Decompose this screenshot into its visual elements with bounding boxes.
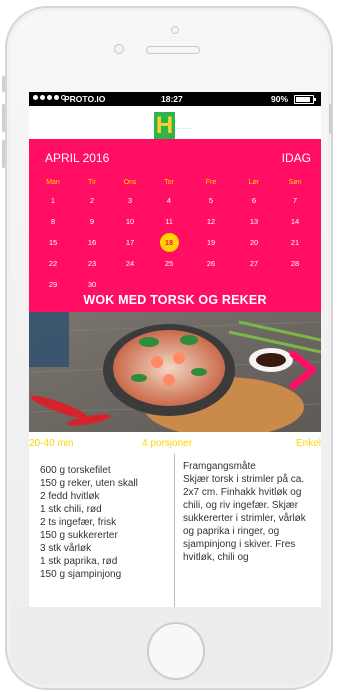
app-header: H — — — [29, 106, 321, 139]
calendar-day[interactable]: 8 [33, 217, 73, 226]
weekday-label: Man [46, 179, 60, 186]
chevron-right-icon[interactable] [287, 350, 321, 390]
difficulty: Enkel [295, 438, 321, 449]
portions: 4 porsjoner [142, 438, 193, 449]
calendar-day[interactable]: 30 [72, 280, 112, 289]
weekday-label: Tor [164, 179, 174, 186]
calendar-day[interactable]: 9 [72, 217, 112, 226]
column-divider [174, 454, 175, 607]
recipe-photo [29, 312, 321, 432]
calendar-day[interactable]: 27 [234, 259, 274, 268]
calendar-day[interactable]: 29 [33, 280, 73, 289]
calendar-day[interactable]: 22 [33, 259, 73, 268]
home-button[interactable] [147, 622, 205, 680]
method-text: Skjær torsk i strimler på ca. 2x7 cm. Fi… [183, 474, 306, 563]
calendar-day[interactable]: 13 [234, 217, 274, 226]
method-heading: Framgangsmåte [183, 461, 256, 472]
calendar-day[interactable]: 2 [72, 196, 112, 205]
calendar-day[interactable]: 21 [275, 238, 315, 247]
calendar-day[interactable]: 7 [275, 196, 315, 205]
volume-up-button [2, 104, 5, 132]
signal-icon [33, 95, 66, 100]
ingredient-item: 2 fedd hvitløk [40, 491, 100, 502]
volume-down-button [2, 140, 5, 168]
weekday-label: Søn [288, 179, 302, 186]
calendar-day[interactable]: 14 [275, 217, 315, 226]
battery-icon [294, 95, 316, 104]
cooking-time: 20-40 min [29, 438, 74, 449]
ingredient-item: 1 stk chili, rød [40, 504, 102, 515]
front-camera [171, 26, 179, 34]
ingredient-item: 150 g sjampinjong [40, 569, 122, 580]
calendar-day[interactable]: 3 [110, 196, 150, 205]
calendar-month: APRIL 2016 [45, 151, 110, 165]
calendar-day[interactable]: 6 [234, 196, 274, 205]
calendar-day[interactable]: 5 [191, 196, 231, 205]
logo-tagline: — — — [177, 125, 192, 130]
weekday-label: Tir [88, 179, 96, 186]
recipe-meta: 20-40 min 4 porsjoner Enkel [29, 436, 321, 450]
ingredient-item: 2 ts ingefær, frisk [40, 517, 117, 528]
app-screen: PROTO.IO 18:27 90% H — — — APRIL 2016 ID… [29, 92, 321, 607]
ingredient-item: 1 stk paprika, rød [40, 556, 118, 567]
calendar-day[interactable]: 16 [72, 238, 112, 247]
status-bar: PROTO.IO 18:27 90% [29, 92, 321, 106]
calendar-day[interactable]: 10 [110, 217, 150, 226]
weekday-label: Fre [205, 179, 217, 186]
carrier-label: PROTO.IO [64, 94, 106, 104]
calendar-day[interactable]: 15 [33, 238, 73, 247]
calendar-day[interactable]: 17 [110, 238, 150, 247]
calendar-day[interactable]: 20 [234, 238, 274, 247]
calendar-day[interactable]: 4 [149, 196, 189, 205]
ingredient-item: 150 g reker, uten skall [40, 478, 138, 489]
ingredient-item: 600 g torskefilet [40, 465, 111, 476]
weekday-label: Ons [123, 179, 137, 186]
today-button[interactable]: IDAG [282, 151, 311, 165]
calendar-day[interactable]: 28 [275, 259, 315, 268]
mute-switch [2, 76, 5, 92]
H-logo-icon[interactable]: H [154, 112, 175, 139]
calendar-day[interactable]: 26 [191, 259, 231, 268]
battery-percent: 90% [271, 94, 289, 104]
calendar-day[interactable]: 25 [149, 259, 189, 268]
proximity-sensor [114, 44, 124, 54]
calendar-day[interactable]: 24 [110, 259, 150, 268]
method-section: Framgangsmåte Skjær torsk i strimler på … [183, 460, 318, 564]
calendar-day[interactable]: 11 [149, 217, 189, 226]
earpiece-speaker [146, 46, 200, 54]
calendar-day[interactable]: 19 [191, 238, 231, 247]
calendar-day[interactable]: 23 [72, 259, 112, 268]
ingredient-list: 600 g torskefilet 150 g reker, uten skall… [40, 464, 172, 581]
calendar-day[interactable]: 18 [149, 238, 189, 247]
power-button [329, 104, 332, 134]
calendar-day[interactable]: 1 [33, 196, 73, 205]
calendar: APRIL 2016 IDAG Man Tir Ons Tor Fre Lør Søn 12… [29, 139, 321, 312]
clock: 18:27 [161, 94, 183, 104]
weekday-label: Lør [248, 179, 260, 186]
calendar-day[interactable]: 12 [191, 217, 231, 226]
recipe-title: WOK MED TORSK OG REKER [83, 293, 267, 307]
ingredient-item: 3 stk vårløk [40, 543, 92, 554]
ingredient-item: 150 g sukkererter [40, 530, 118, 541]
